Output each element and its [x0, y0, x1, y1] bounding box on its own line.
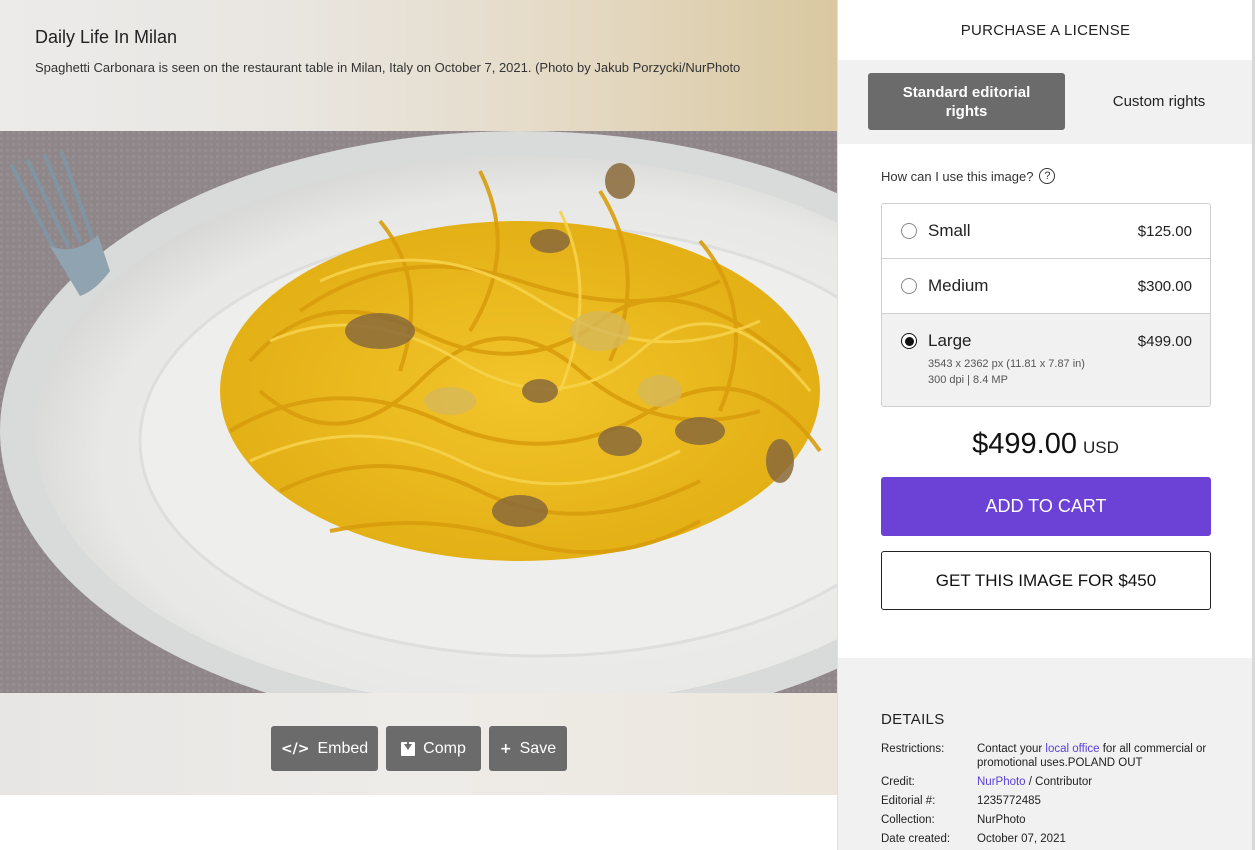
option-label: Medium	[928, 276, 989, 295]
image-area: Daily Life In Milan Spaghetti Carbonara …	[0, 0, 837, 850]
detail-value: October 07, 2021	[977, 833, 1066, 845]
help-icon[interactable]: ?	[1039, 168, 1056, 184]
embed-button[interactable]: </> Embed	[271, 726, 378, 771]
download-icon	[401, 741, 416, 756]
plus-icon: +	[499, 740, 512, 757]
option-label: Large	[928, 331, 972, 350]
restrictions-text: Contact your	[977, 743, 1046, 755]
detail-row-date-created: Date created: October 07, 2021	[881, 832, 1221, 846]
large-resolution: 300 dpi | 8.4 MP	[928, 374, 1008, 386]
detail-key: Restrictions:	[881, 743, 945, 755]
option-large-detail: 3543 x 2362 px (11.81 x 7.87 in) 300 dpi…	[928, 356, 1085, 388]
comp-button[interactable]: Comp	[386, 726, 481, 771]
embed-label: Embed	[317, 739, 369, 757]
detail-value: 1235772485	[977, 795, 1041, 807]
total-currency: USD	[1082, 438, 1119, 457]
credit-link[interactable]: NurPhoto	[977, 776, 1026, 788]
add-to-cart-button[interactable]: ADD TO CART	[881, 477, 1211, 536]
image-title: Daily Life In Milan	[35, 27, 178, 47]
usage-question: How can I use this image? ?	[881, 168, 1056, 184]
total-amount: $499.00	[972, 428, 1077, 460]
detail-key: Editorial #:	[881, 795, 936, 807]
option-price: $499.00	[1137, 333, 1192, 350]
detail-row-credit: Credit: NurPhoto / Contributor	[881, 775, 1221, 789]
detail-row-collection: Collection: NurPhoto	[881, 813, 1221, 827]
code-icon: </>	[280, 740, 310, 757]
option-medium[interactable]: Medium $300.00	[882, 259, 1210, 314]
details-title: DETAILS	[881, 711, 945, 728]
local-office-link[interactable]: local office	[1045, 743, 1099, 755]
option-large[interactable]: Large $499.00 3543 x 2362 px (11.81 x 7.…	[882, 314, 1210, 406]
purchase-panel: PURCHASE A LICENSE Standard editorial ri…	[837, 0, 1255, 850]
save-label: Save	[519, 739, 557, 757]
usage-question-text: How can I use this image?	[881, 168, 1034, 184]
radio-medium[interactable]	[901, 278, 917, 294]
detail-row-editorial: Editorial #: 1235772485	[881, 794, 1221, 808]
total-price: $499.00 USD	[838, 428, 1253, 461]
detail-key: Collection:	[881, 814, 935, 826]
license-options-box: How can I use this image? ? Small $125.0…	[838, 144, 1253, 658]
image-caption: Spaghetti Carbonara is seen on the resta…	[35, 60, 741, 75]
comp-label: Comp	[423, 739, 466, 757]
radio-large[interactable]	[901, 333, 917, 349]
detail-key: Date created:	[881, 833, 951, 845]
tab-standard-editorial-rights[interactable]: Standard editorial rights	[868, 73, 1065, 130]
credit-suffix: / Contributor	[1025, 776, 1093, 788]
detail-row-restrictions: Restrictions: Contact your local office …	[881, 742, 1221, 770]
get-image-button[interactable]: GET THIS IMAGE FOR $450	[881, 551, 1211, 610]
option-label: Small	[928, 221, 971, 240]
detail-value: Contact your local office for all commer…	[977, 742, 1212, 770]
save-button[interactable]: + Save	[489, 726, 567, 771]
detail-value: NurPhoto	[977, 814, 1026, 826]
panel-header: PURCHASE A LICENSE	[838, 0, 1253, 60]
caption-bar: Daily Life In Milan Spaghetti Carbonara …	[0, 0, 837, 131]
photo-spaghetti-carbonara[interactable]	[0, 131, 837, 693]
radio-small[interactable]	[901, 223, 917, 239]
tab-custom-rights[interactable]: Custom rights	[1088, 73, 1230, 130]
option-price: $125.00	[1137, 223, 1192, 240]
large-dimensions: 3543 x 2362 px (11.81 x 7.87 in)	[928, 358, 1085, 370]
detail-key: Credit:	[881, 776, 915, 788]
rights-tabs: Standard editorial rights Custom rights	[838, 60, 1253, 144]
option-small[interactable]: Small $125.00	[882, 204, 1210, 259]
detail-value: NurPhoto / Contributor	[977, 775, 1212, 789]
option-price: $300.00	[1137, 278, 1192, 295]
image-action-bar: </> Embed Comp + Save	[0, 693, 837, 795]
details-section: DETAILS Restrictions: Contact your local…	[881, 711, 1221, 850]
size-options: Small $125.00 Medium $300.00 Large $499.…	[881, 203, 1211, 407]
